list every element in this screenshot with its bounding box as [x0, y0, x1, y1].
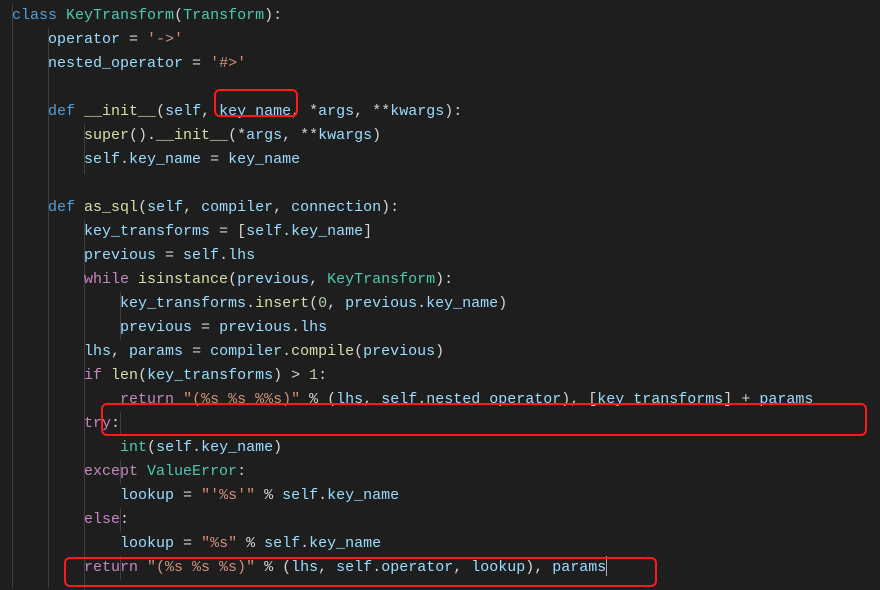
code-line[interactable]: def __init__(self, key_name, *args, **kw… — [0, 100, 880, 124]
code-line[interactable]: lookup = "'%s'" % self.key_name — [0, 484, 880, 508]
code-line[interactable]: class KeyTransform(Transform): — [0, 4, 880, 28]
code-line[interactable]: lhs, params = compiler.compile(previous) — [0, 340, 880, 364]
code-line[interactable]: nested_operator = '#>' — [0, 52, 880, 76]
keyword-else: else — [84, 508, 120, 532]
class-name: KeyTransform — [66, 4, 174, 28]
string-literal: '->' — [147, 28, 183, 52]
string-literal: "'%s'" — [201, 484, 255, 508]
param-kwargs: kwargs — [390, 100, 444, 124]
param-key-name: key_name — [219, 100, 291, 124]
keyword-except: except — [84, 460, 138, 484]
method-init: __init__ — [84, 100, 156, 124]
text-cursor — [606, 556, 607, 576]
param-compiler: compiler — [201, 196, 273, 220]
string-literal: "%s" — [201, 532, 237, 556]
string-literal: "(%s %s %s)" — [147, 556, 255, 580]
fn-init: __init__ — [156, 124, 228, 148]
code-line[interactable] — [0, 172, 880, 196]
param-args: args — [318, 100, 354, 124]
code-line[interactable] — [0, 76, 880, 100]
code-line[interactable]: if len(key_transforms) > 1: — [0, 364, 880, 388]
keyword-return: return — [84, 556, 138, 580]
code-line[interactable]: else: — [0, 508, 880, 532]
attr-operator: operator — [48, 28, 120, 52]
string-literal: "(%s %s %%s)" — [183, 388, 300, 412]
keyword-try: try — [84, 412, 111, 436]
code-line[interactable]: lookup = "%s" % self.key_name — [0, 532, 880, 556]
method-as-sql: as_sql — [84, 196, 138, 220]
fn-isinstance: isinstance — [138, 268, 228, 292]
code-editor[interactable]: class KeyTransform(Transform): operator … — [0, 4, 880, 580]
base-class: Transform — [183, 4, 264, 28]
code-line[interactable]: self.key_name = key_name — [0, 148, 880, 172]
code-line[interactable]: previous = previous.lhs — [0, 316, 880, 340]
fn-super: super — [84, 124, 129, 148]
fn-int: int — [120, 436, 147, 460]
code-line[interactable]: super().__init__(*args, **kwargs) — [0, 124, 880, 148]
param-connection: connection — [291, 196, 381, 220]
keyword-return: return — [120, 388, 174, 412]
keyword-if: if — [84, 364, 102, 388]
param-self: self — [165, 100, 201, 124]
type-valueerror: ValueError — [147, 460, 237, 484]
code-line[interactable]: int(self.key_name) — [0, 436, 880, 460]
keyword-def: def — [48, 100, 75, 124]
code-line[interactable]: operator = '->' — [0, 28, 880, 52]
fn-compile: compile — [291, 340, 354, 364]
keyword-class: class — [12, 4, 57, 28]
attr-nested-operator: nested_operator — [48, 52, 183, 76]
code-line[interactable]: except ValueError: — [0, 460, 880, 484]
code-line[interactable]: previous = self.lhs — [0, 244, 880, 268]
code-line[interactable]: def as_sql(self, compiler, connection): — [0, 196, 880, 220]
code-line[interactable]: try: — [0, 412, 880, 436]
string-literal: '#>' — [210, 52, 246, 76]
code-line[interactable]: return "(%s %s %s)" % (lhs, self.operato… — [0, 556, 880, 580]
code-line[interactable]: key_transforms = [self.key_name] — [0, 220, 880, 244]
keyword-def: def — [48, 196, 75, 220]
keyword-while: while — [84, 268, 129, 292]
fn-insert: insert — [255, 292, 309, 316]
code-line[interactable]: key_transforms.insert(0, previous.key_na… — [0, 292, 880, 316]
code-line[interactable]: while isinstance(previous, KeyTransform)… — [0, 268, 880, 292]
code-line[interactable]: return "(%s %s %%s)" % (lhs, self.nested… — [0, 388, 880, 412]
fn-len: len — [111, 364, 138, 388]
